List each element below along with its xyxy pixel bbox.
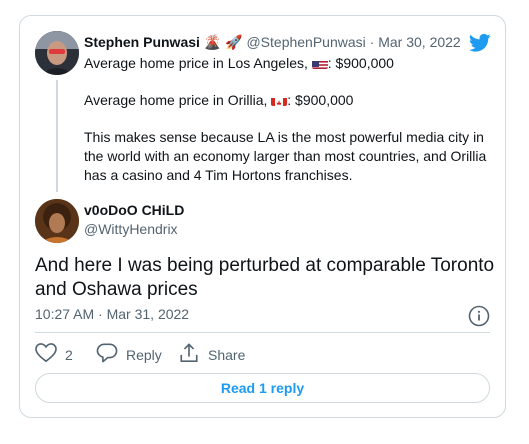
volcano-emoji-icon: 🌋 [203,34,222,50]
reply-author-name[interactable]: v0oDoO CHiLD [84,202,184,218]
parent-line-la: Average home price in Los Angeles, : $90… [84,55,394,71]
share-label: Share [208,346,246,363]
parent-handle[interactable]: @StephenPunwasi [246,34,365,50]
reply-bubble-icon [96,343,118,366]
parent-line-orillia: Average home price in Orillia, : $900,00… [84,92,354,108]
reply-avatar[interactable] [35,199,79,243]
heart-icon [35,343,57,366]
read-replies-label: Read 1 reply [220,380,305,396]
reply-button[interactable]: Reply [96,343,162,366]
parent-author[interactable]: Stephen Punwasi 🌋 🚀 @StephenPunwasi · Ma… [84,34,461,51]
us-flag-icon [311,58,328,69]
parent-author-name[interactable]: Stephen Punwasi [84,34,200,50]
share-button[interactable]: Share [178,343,245,366]
parent-date[interactable]: Mar 30, 2022 [378,34,461,50]
parent-tweet-text: Average home price in Los Angeles, : $90… [84,54,494,203]
twitter-bird-icon[interactable] [468,33,491,53]
reply-tweet-text: And here I was being perturbed at compar… [35,255,495,300]
divider [35,332,490,333]
parent-paragraph: This makes sense because LA is the most … [84,129,487,183]
canada-flag-icon [271,95,288,106]
thread-connector-line [56,80,58,192]
parent-avatar[interactable] [35,31,79,75]
read-replies-button[interactable]: Read 1 reply [35,373,490,403]
reply-label: Reply [126,346,162,363]
info-icon[interactable] [468,305,490,327]
rocket-emoji-icon: 🚀 [225,34,243,50]
reply-timestamp[interactable]: 10:27 AM · Mar 31, 2022 [35,306,189,322]
like-button[interactable]: 2 [35,343,73,366]
like-count: 2 [65,346,73,363]
share-icon [178,343,200,366]
reply-handle[interactable]: @WittyHendrix [84,221,178,237]
